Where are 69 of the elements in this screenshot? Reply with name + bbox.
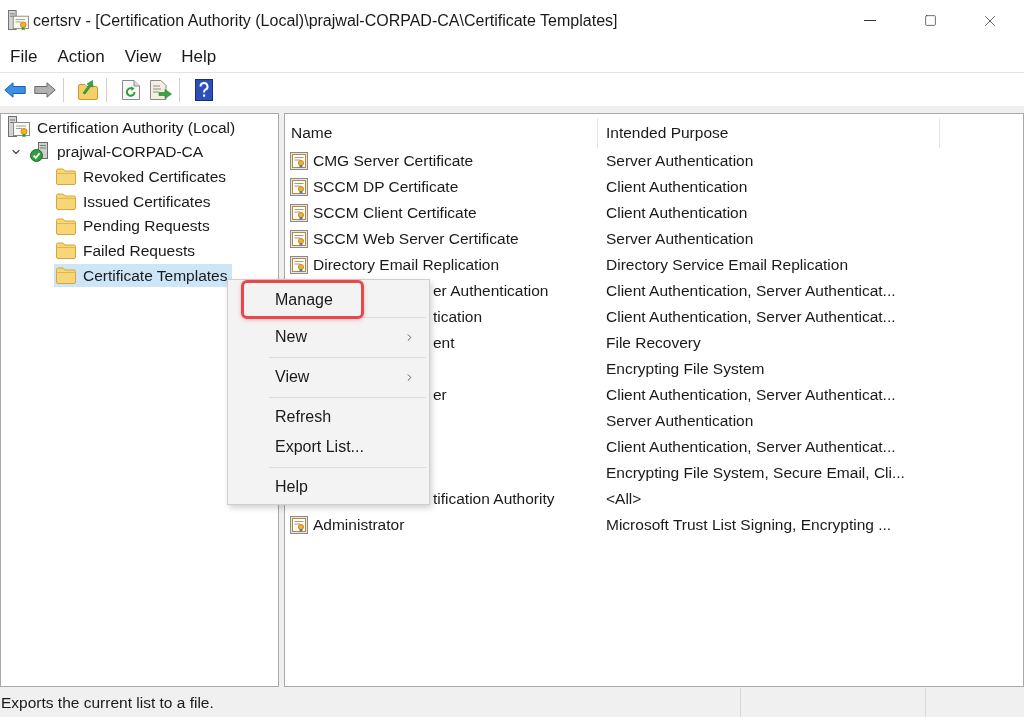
template-name: ent: [433, 333, 455, 354]
certificate-server-icon: [8, 116, 30, 139]
menu-item[interactable]: Export List...: [228, 432, 429, 462]
column-header[interactable]: Intended Purpose: [598, 118, 940, 148]
document-arrow-icon: [150, 79, 172, 100]
tree-item[interactable]: Revoked Certificates: [54, 165, 231, 189]
window-title: certsrv - [Certification Authority (Local)\prajwal-CORPAD-CA\Certificate Templates]: [33, 10, 618, 31]
template-name: Administrator: [313, 515, 405, 536]
purpose-text: Microsoft Trust List Signing, Encrypting ...: [605, 515, 892, 536]
purpose-text: Client Authentication, Server Authenticat...: [605, 281, 896, 302]
template-name: SCCM Client Certificate: [313, 203, 477, 224]
tree-item[interactable]: Certificate Templates: [54, 263, 233, 287]
template-name: er Authentication: [433, 281, 549, 302]
certificate-icon: [290, 204, 308, 222]
purpose-text: <All>: [605, 489, 642, 510]
certificate-icon: [290, 516, 308, 534]
template-name: SCCM Web Server Certificate: [313, 229, 519, 250]
menu-item[interactable]: Refresh: [228, 402, 429, 432]
tree-item[interactable]: Issued Certificates: [54, 189, 216, 213]
maximize-icon: [923, 14, 937, 27]
help-icon: [195, 78, 213, 101]
purpose-text: Server Authentication: [605, 229, 754, 250]
purpose-text: Encrypting File System: [605, 359, 765, 380]
tree-item[interactable]: Failed Requests: [54, 239, 200, 263]
purpose-text: File Recovery: [605, 333, 701, 354]
refresh-icon: [122, 79, 140, 100]
tree-item[interactable]: Certification Authority (Local): [6, 115, 241, 139]
arrow-right-icon: [34, 81, 56, 98]
purpose-text: Client Authentication: [605, 203, 748, 224]
tree-item[interactable]: Pending Requests: [54, 214, 215, 238]
folder-icon: [56, 266, 76, 284]
template-name: CMG Server Certificate: [313, 151, 474, 172]
tree-item[interactable]: prajwal-CORPAD-CA: [28, 140, 209, 164]
minimize-icon: [864, 20, 876, 21]
purpose-text: Client Authentication, Server Authenticat...: [605, 307, 896, 328]
purpose-text: Server Authentication: [605, 411, 754, 432]
template-name: tication: [433, 307, 483, 328]
menu-item[interactable]: View: [228, 362, 429, 392]
template-name: SCCM DP Certificate: [313, 177, 459, 198]
purpose-text: Client Authentication, Server Authenticat...: [605, 385, 896, 406]
menu-item[interactable]: View: [114, 42, 172, 71]
certificate-icon: [290, 178, 308, 196]
purpose-text: Encrypting File System, Secure Email, Cli...: [605, 463, 905, 484]
menu-item[interactable]: Manage: [241, 280, 364, 319]
menu-item[interactable]: File: [0, 42, 48, 71]
folder-up-icon: [78, 79, 98, 100]
certificate-icon: [290, 230, 308, 248]
template-name: Directory Email Replication: [313, 255, 500, 276]
folder-icon: [56, 217, 76, 235]
purpose-text: Server Authentication: [605, 151, 754, 172]
certificate-icon: [290, 152, 308, 170]
folder-icon: [56, 242, 76, 260]
folder-icon: [56, 168, 76, 186]
folder-icon: [56, 192, 76, 210]
server-check-icon: [30, 142, 50, 163]
template-name: er: [433, 385, 447, 406]
menu-item[interactable]: Help: [228, 472, 429, 502]
template-name: tification Authority: [433, 489, 555, 510]
certificate-server-icon: [8, 10, 29, 31]
menu-item[interactable]: New: [228, 322, 429, 352]
arrow-left-icon: [4, 81, 26, 98]
status-text: Exports the current list to a file.: [1, 692, 214, 713]
menu-item[interactable]: Action: [47, 42, 115, 71]
certificate-icon: [290, 256, 308, 274]
purpose-text: Client Authentication: [605, 177, 748, 198]
menu-item[interactable]: Help: [171, 42, 227, 71]
purpose-text: Client Authentication, Server Authenticat...: [605, 437, 896, 458]
column-header[interactable]: Name: [285, 118, 598, 148]
purpose-text: Directory Service Email Replication: [605, 255, 849, 276]
